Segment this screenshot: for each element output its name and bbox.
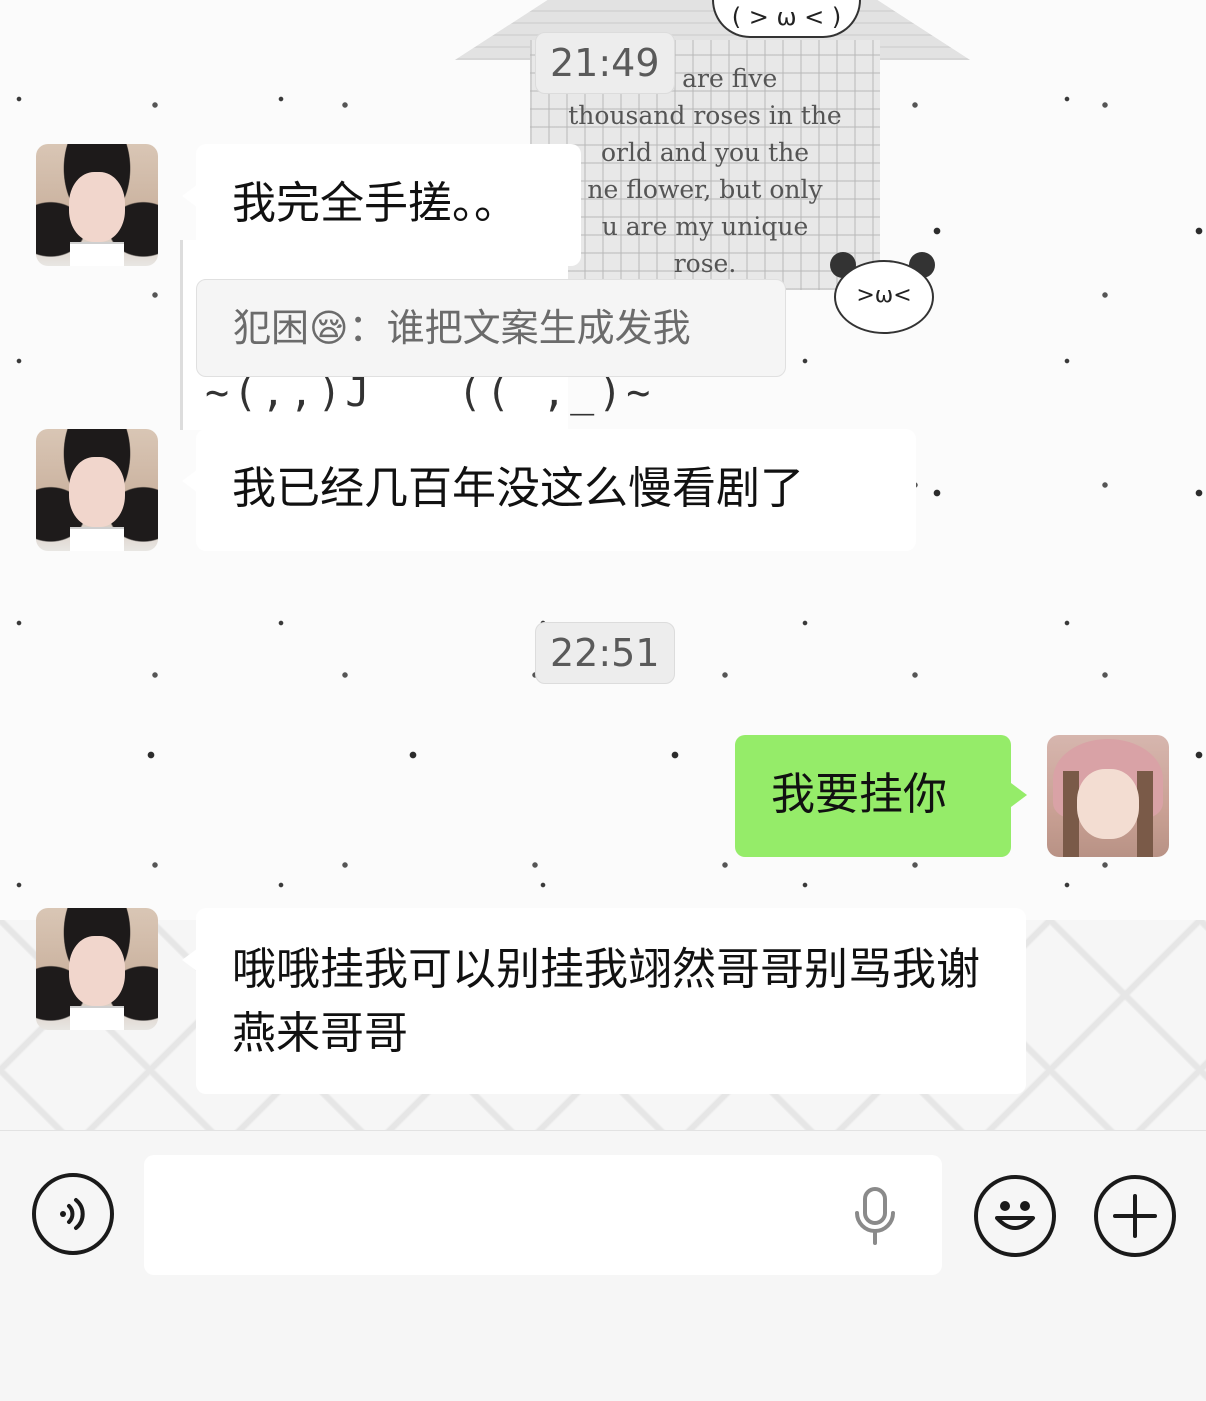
emoji-button[interactable]: [974, 1175, 1056, 1257]
emoji-icon: [995, 1201, 1035, 1230]
quoted-message-text: 犯困😪：谁把文案生成发我: [233, 306, 691, 350]
message-bubble-received[interactable]: 我已经几百年没这么慢看剧了: [182, 429, 916, 551]
voice-button[interactable]: [32, 1173, 114, 1255]
message-text: 我已经几百年没这么慢看剧了: [232, 463, 804, 514]
contact-avatar[interactable]: [36, 908, 158, 1030]
my-avatar[interactable]: [1047, 735, 1169, 857]
microphone-icon[interactable]: [852, 1187, 898, 1245]
add-button[interactable]: [1094, 1175, 1176, 1257]
kaomoji-sticker: ( > ω < ): [712, 0, 861, 38]
input-toolbar: [0, 1130, 1206, 1401]
quoted-message[interactable]: 犯困😪：谁把文案生成发我: [196, 279, 786, 377]
message-text: 我完全手搓。。: [232, 178, 518, 229]
contact-avatar[interactable]: [36, 429, 158, 551]
message-text: 哦哦挂我可以别挂我翊然哥哥别骂我谢燕来哥哥: [232, 944, 980, 1059]
voice-icon: [60, 1198, 85, 1230]
message-input[interactable]: [144, 1155, 942, 1275]
timestamp: 22:51: [535, 622, 675, 684]
message-bubble-received[interactable]: 哦哦挂我可以别挂我翊然哥哥别骂我谢燕来哥哥: [182, 908, 1026, 1094]
message-text: 我要挂你: [771, 769, 947, 820]
panda-sticker: >ω<: [830, 248, 935, 334]
message-bubble-received[interactable]: 我完全手搓。。: [182, 144, 581, 266]
timestamp: 21:49: [535, 32, 675, 94]
message-bubble-sent[interactable]: 我要挂你: [735, 735, 1027, 857]
plus-icon: [1113, 1194, 1157, 1238]
contact-avatar[interactable]: [36, 144, 158, 266]
